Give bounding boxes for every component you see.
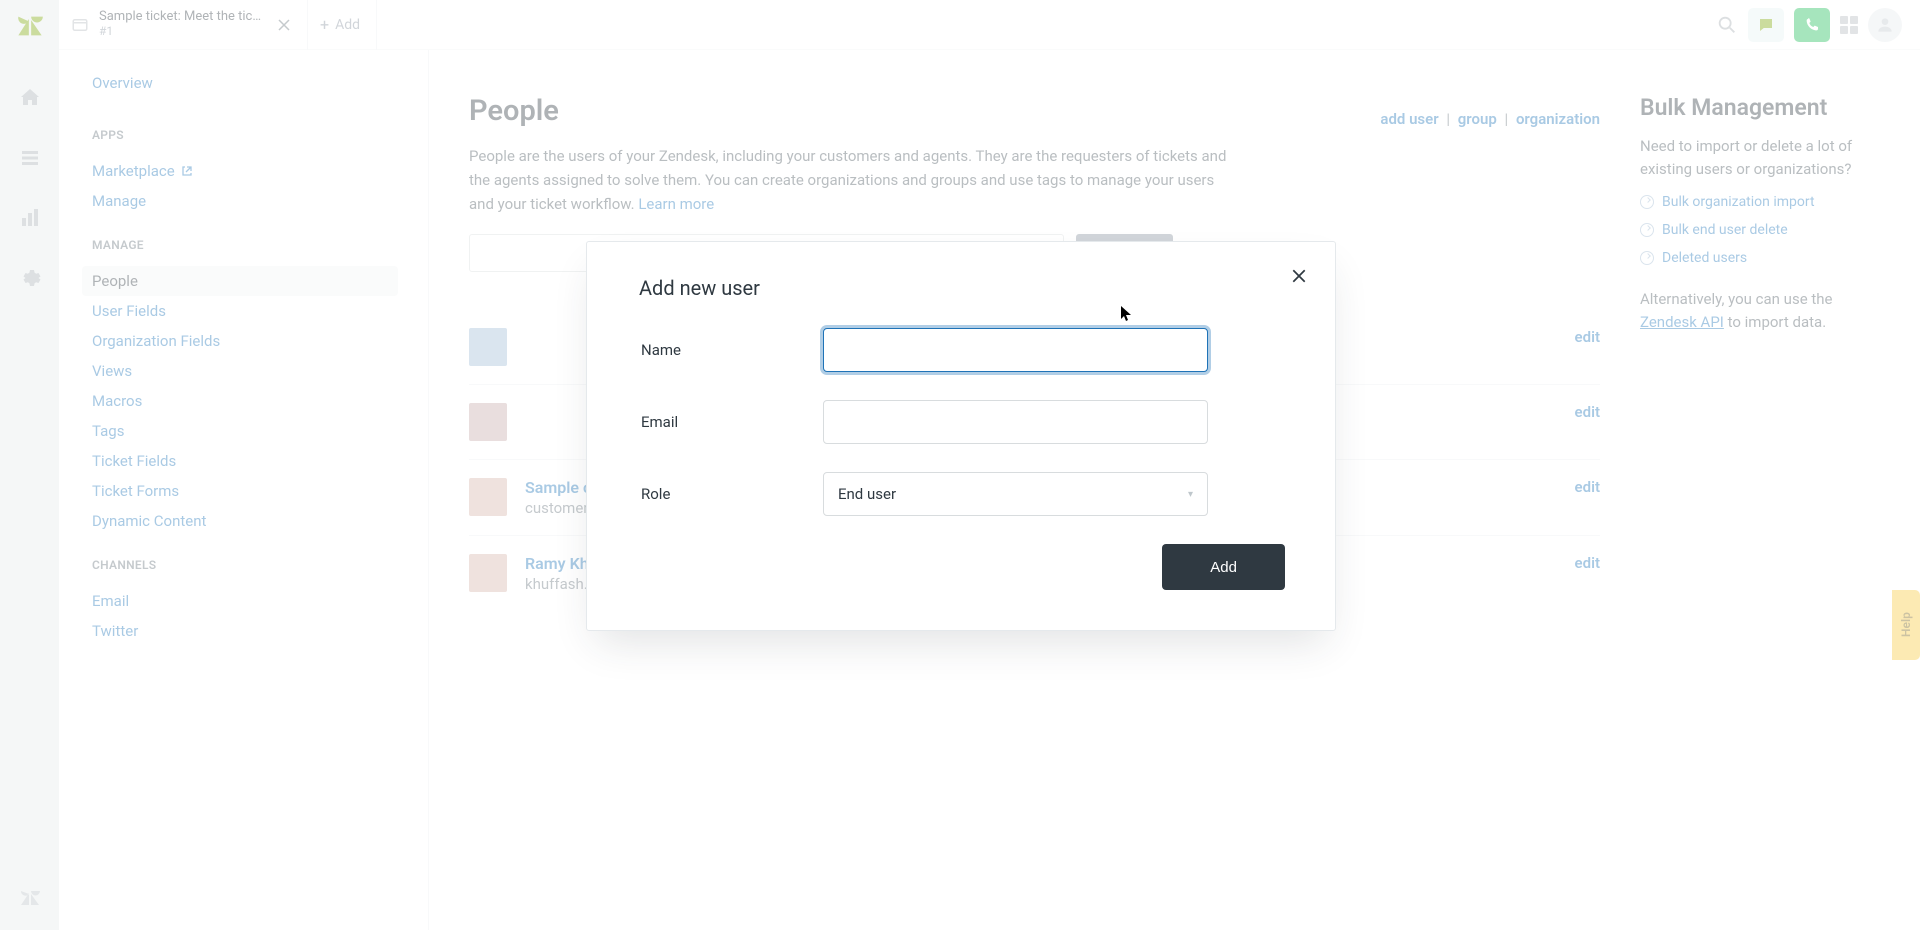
add-user-modal: Add new user Name Email Role End user ▾ … — [586, 241, 1336, 631]
name-input[interactable] — [823, 328, 1208, 372]
mouse-cursor — [1120, 305, 1134, 323]
email-label: Email — [639, 413, 823, 431]
email-input[interactable] — [823, 400, 1208, 444]
chevron-down-icon: ▾ — [1188, 489, 1193, 500]
modal-title: Add new user — [639, 276, 1285, 300]
add-button[interactable]: Add — [1162, 544, 1285, 590]
role-select[interactable]: End user ▾ — [823, 472, 1208, 516]
role-label: Role — [639, 485, 823, 503]
close-modal-icon[interactable] — [1291, 268, 1307, 284]
name-label: Name — [639, 341, 823, 359]
role-selected-value: End user — [838, 485, 896, 503]
